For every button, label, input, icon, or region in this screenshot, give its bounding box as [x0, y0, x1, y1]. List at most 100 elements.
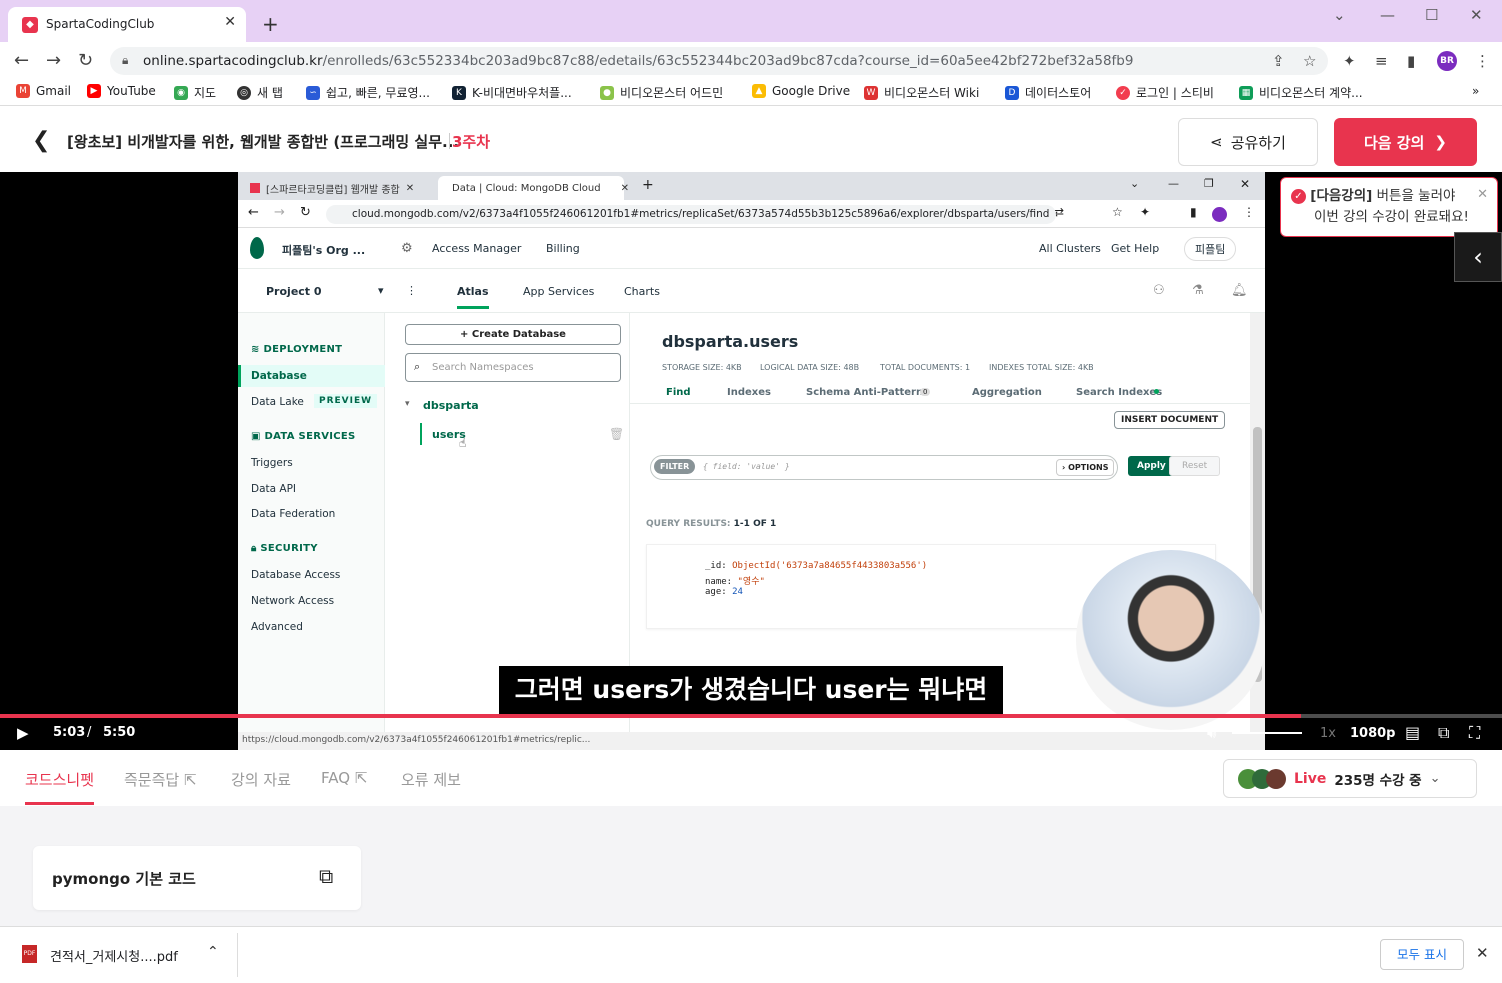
gear-icon: ⚙ — [401, 241, 413, 256]
wiki-icon: W — [864, 85, 878, 100]
new-tab-icon[interactable]: + — [262, 12, 279, 36]
avatar — [1212, 207, 1227, 222]
play-icon[interactable]: ▶ — [17, 724, 29, 742]
sidebar-item-data-api: Data API — [251, 483, 297, 495]
chevron-up-icon[interactable]: ⌃ — [207, 944, 219, 960]
sheets-icon: ▦ — [1239, 85, 1253, 100]
url-path: /enrolleds/63c552334bc203ad9bc87c88/edet… — [322, 53, 1134, 69]
extensions-icon: ✦ — [1140, 205, 1151, 219]
course-title: [왕초보] 비개발자를 위한, 웹개발 종합반 (프로그래밍 실무... — [67, 133, 460, 151]
menu-kebab-icon[interactable]: ⋮ — [1475, 52, 1490, 70]
trash-icon: 🗑︎ — [609, 427, 625, 441]
bookmark-newtab[interactable]: ◎ 새 탭 — [237, 84, 283, 101]
close-download-bar-icon[interactable]: ✕ — [1476, 944, 1489, 962]
inner-tab-strip: [스파르타코딩클럽] 웹개발 종합 ✕ Data | Cloud: MongoDB… — [238, 172, 1265, 200]
tab-charts: Charts — [624, 285, 660, 298]
captions-icon[interactable]: ▤ — [1405, 723, 1420, 742]
speed-button[interactable]: 1x — [1320, 726, 1336, 741]
sidebar-item-triggers: Triggers — [251, 457, 293, 469]
tab-search-icon[interactable]: ⌄ — [1333, 6, 1346, 24]
forward-icon[interactable]: → — [46, 50, 61, 71]
cursor-pointer-icon: ☝ — [459, 436, 467, 450]
kebab-icon: ⋮ — [406, 284, 417, 297]
inner-tab-mongodb: Data | Cloud: MongoDB Cloud ✕ — [438, 176, 629, 200]
chevron-down-icon: ▾ — [378, 284, 384, 297]
chevron-right-icon: ❯ — [1434, 133, 1447, 151]
bookmark-gmail[interactable]: M Gmail — [16, 84, 71, 98]
tab-faq[interactable]: FAQ ⇱ — [321, 769, 367, 787]
viewer-avatars — [1238, 768, 1286, 789]
media-icon[interactable]: ≡ — [1375, 52, 1388, 70]
open-sidebar-button[interactable]: ‹ — [1454, 232, 1502, 282]
tab-code-snippet[interactable]: 코드스니펫 — [25, 769, 94, 790]
project-selector: Project 0 — [266, 285, 322, 298]
tab-materials[interactable]: 강의 자료 — [231, 769, 291, 790]
show-all-button[interactable]: 모두 표시 — [1380, 939, 1464, 970]
video-frame-screen: [스파르타코딩클럽] 웹개발 종합 ✕ Data | Cloud: MongoDB… — [238, 172, 1265, 750]
bookmark-youtube[interactable]: ▶ YouTube — [87, 84, 156, 98]
reload-icon[interactable]: ↻ — [78, 50, 93, 71]
quality-button[interactable]: 1080p — [1350, 726, 1396, 741]
fullscreen-icon[interactable]: ⛶ — [1469, 723, 1480, 743]
address-bar[interactable]: 🔒︎ online.spartacodingclub.kr/enrolleds/… — [110, 47, 1328, 75]
bookmark-maps[interactable]: ◉ 지도 — [174, 84, 216, 101]
maximize-icon[interactable]: ☐ — [1425, 6, 1438, 24]
bookmark-vm-wiki[interactable]: W 비디오몬스터 Wiki — [864, 84, 979, 101]
snippet-card[interactable]: pymongo 기본 코드 ⧉ — [33, 846, 361, 910]
browser-tab[interactable]: ◆ SpartaCodingClub ✕ — [8, 7, 246, 42]
instructor-webcam — [1076, 550, 1265, 730]
extensions-icon[interactable]: ✦ — [1343, 52, 1356, 70]
bookmark-google-drive[interactable]: ▲ Google Drive — [752, 84, 850, 98]
bookmark-star-icon[interactable]: ☆ — [1303, 52, 1316, 70]
close-window-icon: ✕ — [1240, 177, 1251, 191]
apply-button: Apply — [1128, 456, 1175, 476]
chevron-down-icon: ⌄ — [1429, 771, 1441, 786]
sparta-favicon-icon: ◆ — [22, 17, 38, 33]
bookmark-vm-contract[interactable]: ▦ 비디오몬스터 계약... — [1239, 84, 1363, 101]
profile-avatar[interactable]: BR — [1437, 51, 1457, 71]
bookmark-datastore[interactable]: D 데이터스토어 — [1005, 84, 1091, 101]
reset-button: Reset — [1169, 456, 1221, 476]
minimize-icon: — — [1168, 177, 1179, 190]
volume-slider[interactable] — [1232, 732, 1302, 734]
bookmark-voucher[interactable]: K K-비대면바우처플... — [452, 84, 572, 101]
back-icon[interactable]: ← — [14, 50, 29, 71]
stat-logical: LOGICAL DATA SIZE: 48B — [760, 363, 860, 372]
bookmark-stibee[interactable]: ✓ 로그인 | 스티비 — [1116, 84, 1214, 101]
current-time: 5:03 — [53, 725, 86, 740]
stat-documents: TOTAL DOCUMENTS: 1 — [880, 363, 971, 372]
back-chevron-icon[interactable]: ❮ — [32, 128, 50, 153]
side-panel-icon[interactable]: ▮ — [1407, 52, 1415, 70]
next-lecture-button[interactable]: 다음 강의 ❯ — [1334, 118, 1477, 166]
close-tooltip-icon[interactable]: ✕ — [1477, 184, 1488, 205]
search-icon: ⌕ — [414, 360, 421, 373]
share-button[interactable]: ⋖ 공유하기 — [1178, 118, 1318, 166]
download-filename[interactable]: 견적서_거제시청....pdf — [50, 946, 178, 965]
menu-kebab-icon: ⋮ — [1243, 205, 1255, 219]
tab-quick-qa[interactable]: 즉문즉답 ⇱ — [124, 769, 197, 790]
share-page-icon[interactable]: ⇪ — [1272, 52, 1285, 70]
pip-icon[interactable]: ⧉ — [1438, 723, 1449, 743]
bookmarks-overflow-icon[interactable]: » — [1472, 84, 1479, 98]
sidebar-item-data-lake: Data Lake — [251, 396, 304, 408]
stat-storage: STORAGE SIZE: 4KB — [662, 363, 742, 372]
volume-icon[interactable]: 🔊︎ — [1207, 724, 1216, 742]
collection-title: dbsparta.users — [662, 332, 799, 351]
download-bar: PDF 견적서_거제시청....pdf ⌃ 모두 표시 ✕ — [0, 926, 1502, 983]
stat-indexes: INDEXES TOTAL SIZE: 4KB — [989, 363, 1094, 372]
bookmark-vm-admin[interactable]: ● 비디오몬스터 어드민 — [600, 84, 723, 101]
minimize-icon[interactable]: — — [1380, 6, 1395, 24]
inner-address-bar: cloud.mongodb.com/v2/6373a4f1055f2460612… — [326, 205, 1056, 224]
close-tab-icon[interactable]: ✕ — [224, 14, 236, 30]
bookmark-free-video[interactable]: ∽ 쉽고, 빠른, 무료영... — [306, 84, 430, 101]
sidebar-item-database-access: Database Access — [251, 569, 341, 581]
add-user-icon: ⚇ — [1153, 283, 1165, 298]
lock-icon: 🔒︎ — [122, 53, 129, 67]
sidebar-item-advanced: Advanced — [251, 621, 303, 633]
next-lecture-tooltip: ✓ [다음강의] 버튼을 눌러야 이번 강의 수강이 완료돼요! ✕ — [1280, 177, 1498, 237]
live-viewers-dropdown[interactable]: Live 235명 수강 중 ⌄ — [1223, 759, 1477, 798]
duration: 5:50 — [103, 725, 136, 740]
tab-report-error[interactable]: 오류 제보 — [401, 769, 461, 790]
copy-icon[interactable]: ⧉ — [319, 864, 333, 888]
close-window-icon[interactable]: ✕ — [1470, 6, 1483, 24]
